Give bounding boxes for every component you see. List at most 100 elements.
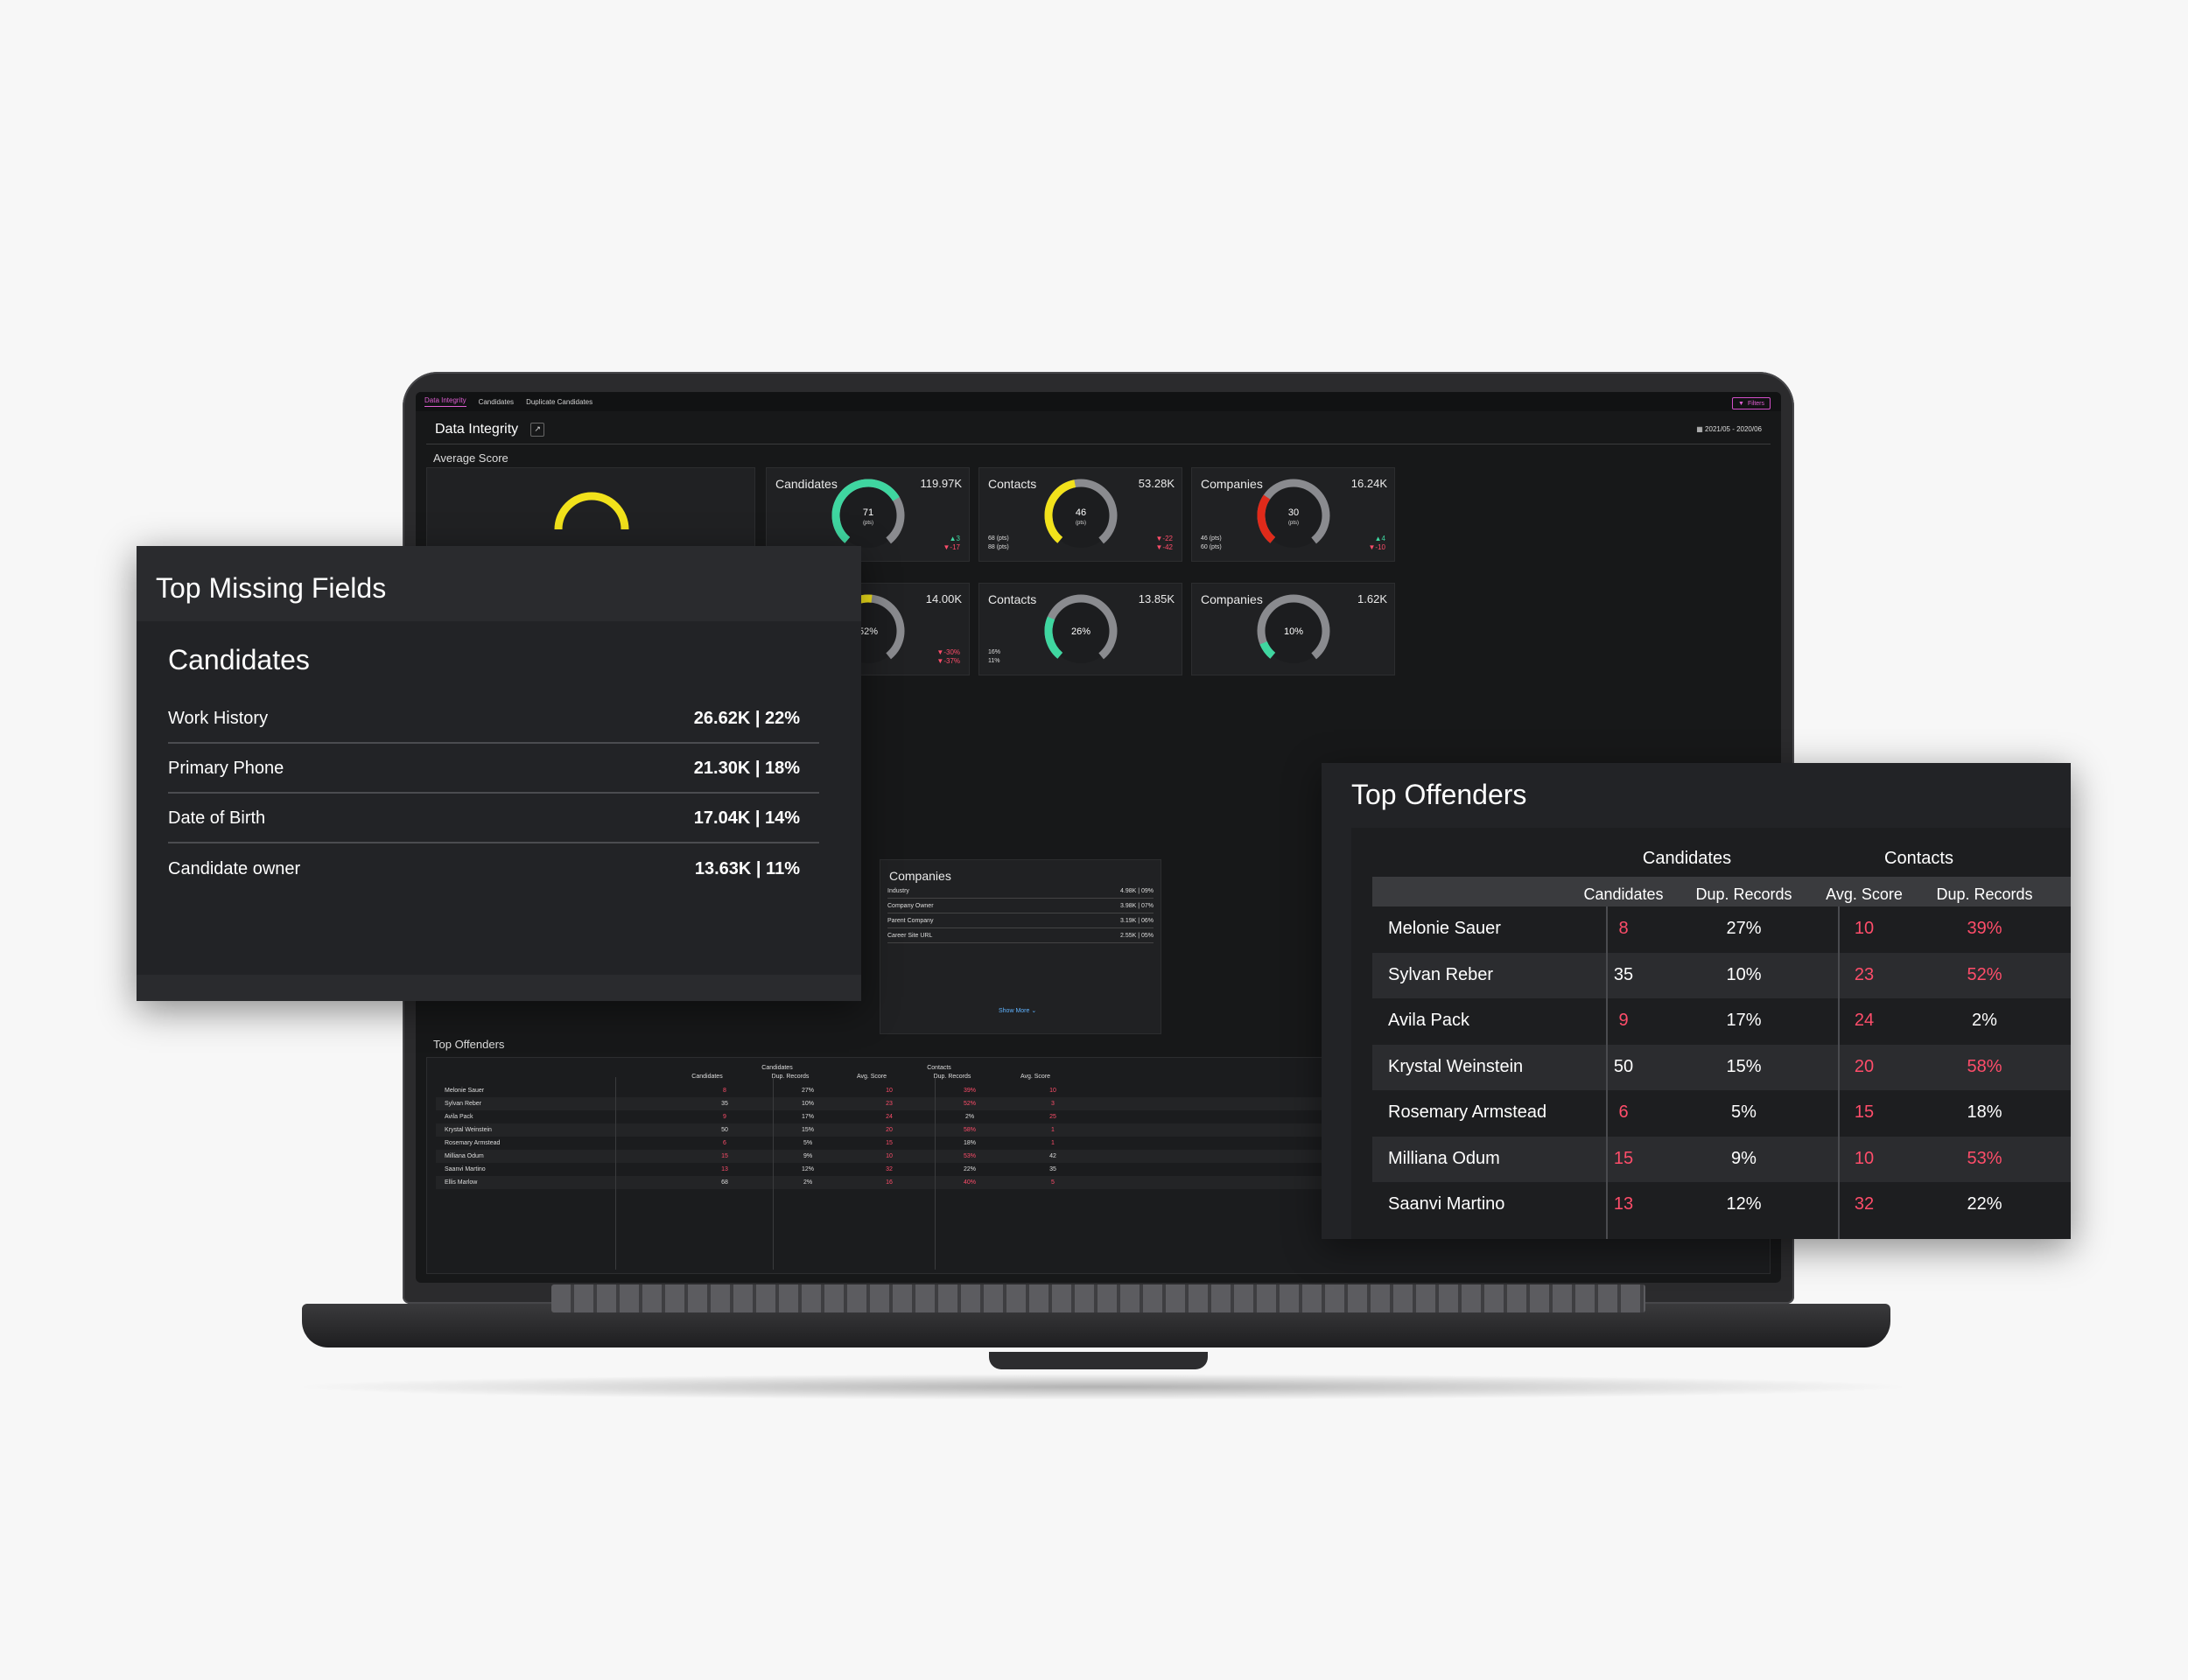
offender-row[interactable]: Krystal Weinstein 50 15% 20 58% (1372, 1044, 2071, 1090)
card-title: Contacts (988, 477, 1037, 491)
subhead-candidates: Candidates (1583, 886, 1664, 903)
small-group-contacts: Contacts (927, 1065, 951, 1071)
external-link-icon[interactable]: ↗ (530, 422, 545, 437)
row-label: Company Owner (887, 903, 934, 909)
companies-missing-row: Career Site URL 2.55K | 05% (887, 933, 1154, 943)
row-name: Melonie Sauer (445, 1088, 485, 1094)
delta-value: ▼-42 (1155, 543, 1173, 551)
row-cell: 35 (1049, 1166, 1056, 1172)
top-missing-fields-footer (137, 975, 861, 1001)
offender-row[interactable]: Rosemary Armstead 6 5% 15 18% (1372, 1090, 2071, 1136)
row-cell: 27% (801, 1088, 814, 1094)
offender-candidates: 35 (1613, 964, 1634, 984)
row-value: 4.98K | 09% (1119, 888, 1154, 894)
score_cards-2-gauge-unit: (pts) (1288, 521, 1299, 526)
dup_cards-0-gauge-value: 52% (859, 626, 878, 637)
row-cell: 1 (1051, 1140, 1055, 1146)
tab-data-integrity[interactable]: Data Integrity (424, 396, 466, 407)
legend-value: 60 (pts) (1201, 544, 1222, 550)
offender-avg-score: 20 (1854, 1056, 1875, 1076)
offender-row[interactable]: Saanvi Martino 13 12% 32 22% (1372, 1182, 2071, 1228)
subhead-avg-score: Avg. Score (1826, 886, 1903, 903)
offender-avg-score: 23 (1854, 964, 1875, 984)
row-cell: 20 (886, 1127, 893, 1133)
score_cards-0-gauge: 71 (pts) (831, 479, 905, 552)
card-value: 13.85K (1138, 592, 1175, 606)
dup_cards-2-gauge-value: 10% (1284, 626, 1303, 637)
offender-contacts-dup: 18% (1967, 1102, 2002, 1122)
offender-contacts-dup: 52% (1967, 964, 2002, 984)
row-cell: 2% (964, 1114, 975, 1120)
delta-value: ▼-30% (936, 648, 960, 656)
score_cards-2-gauge-value: 30 (1288, 508, 1299, 518)
row-cell: 32 (886, 1166, 893, 1172)
column-divider (615, 1077, 616, 1270)
companies-missing-row: Industry 4.98K | 09% (887, 888, 1154, 899)
missing-field-row[interactable]: Primary Phone 21.30K | 18% (168, 745, 819, 794)
offender-candidates: 6 (1618, 1102, 1629, 1122)
offender-avg-score: 15 (1854, 1102, 1875, 1122)
laptop-notch (989, 1352, 1208, 1369)
row-cell: 16 (886, 1180, 893, 1186)
filter-icon: ▼ (1738, 400, 1744, 407)
delta-value: ▲3 (949, 535, 960, 542)
row-cell: 13 (721, 1166, 728, 1172)
group-candidates: Candidates (1642, 849, 1732, 868)
offender-contacts-dup: 2% (1972, 1011, 1997, 1030)
offender-avg-score: 24 (1854, 1011, 1875, 1030)
page-title: Data Integrity (435, 421, 519, 437)
row-cell: 6 (723, 1140, 726, 1146)
average-score-label: Average Score (433, 452, 508, 465)
dup_cards-1-gauge-value: 26% (1071, 626, 1090, 637)
column-divider (773, 1077, 774, 1270)
missing-field-label: Date of Birth (168, 808, 266, 828)
offender-candidates: 13 (1613, 1194, 1634, 1214)
score_cards-card-1: Contacts 53.28K 46 (pts) ▼-22 ▼-42 68 (pts) 88 … (978, 467, 1182, 562)
companies-missing-row: Company Owner 3.98K | 07% (887, 903, 1154, 914)
show-more-link[interactable]: Show More ⌄ (999, 1007, 1036, 1014)
score_cards-1-gauge: 46 (pts) (1044, 479, 1118, 552)
missing-field-label: Candidate owner (168, 858, 301, 878)
row-cell: 5% (803, 1140, 813, 1146)
row-label: Industry (887, 888, 909, 894)
missing-field-label: Work History (168, 708, 269, 728)
dup_cards-card-1: Contacts 13.85K 26% 16% 11% (978, 583, 1182, 676)
missing-field-row[interactable]: Date of Birth 17.04K | 14% (168, 794, 819, 844)
row-cell: 40% (963, 1180, 976, 1186)
filters-button[interactable]: ▼ Filters (1732, 397, 1771, 410)
top-missing-fields-title: Top Missing Fields (156, 572, 387, 604)
card-value: 16.24K (1350, 477, 1387, 490)
offender-row[interactable]: Sylvan Reber 35 10% 23 52% (1372, 952, 2071, 998)
small-subhead: Dup. Records (933, 1074, 971, 1080)
row-cell: 52% (963, 1101, 976, 1107)
laptop-shadow (289, 1374, 1917, 1400)
row-cell: 53% (963, 1153, 976, 1159)
legend-value: 88 (pts) (988, 544, 1009, 550)
offender-dup-records: 15% (1726, 1056, 1762, 1076)
row-cell: 10% (801, 1101, 814, 1107)
top-missing-fields-panel: Top Missing Fields Candidates Work Histo… (137, 546, 861, 1001)
calendar-icon: ▦ (1696, 425, 1703, 433)
offender-row[interactable]: Melonie Sauer 8 27% 10 39% (1372, 906, 2071, 952)
tab-candidates[interactable]: Candidates (479, 398, 514, 406)
offender-row[interactable]: Milliana Odum 15 9% 10 53% (1372, 1136, 2071, 1182)
missing-field-row[interactable]: Work History 26.62K | 22% (168, 695, 819, 744)
subhead-dup-records: Dup. Records (1695, 886, 1792, 903)
legend-value: 16% (988, 649, 1001, 655)
row-label: Career Site URL (887, 933, 933, 939)
offender-contacts-dup: 22% (1967, 1194, 2002, 1214)
delta-value: ▼-10 (1368, 543, 1385, 551)
card-value: 1.62K (1357, 592, 1387, 606)
dup_cards-1-gauge: 26% (1044, 594, 1118, 668)
delta-value: ▼-17 (943, 543, 960, 551)
score_cards-1-gauge-value: 46 (1076, 508, 1086, 518)
column-divider (1838, 906, 1840, 1239)
companies-missing-card: Companies Industry 4.98K | 09% Company Own… (880, 859, 1161, 1034)
date-range[interactable]: ▦ 2021/05 - 2020/06 (1696, 425, 1762, 433)
legend-value: 46 (pts) (1201, 536, 1222, 542)
missing-field-row[interactable]: Candidate owner 13.63K | 11% (168, 844, 819, 893)
row-cell: 10 (886, 1153, 893, 1159)
offender-row[interactable]: Avila Pack 9 17% 24 2% (1372, 998, 2071, 1044)
tab-duplicate-candidates[interactable]: Duplicate Candidates (526, 398, 593, 406)
row-cell: 1 (1051, 1127, 1055, 1133)
